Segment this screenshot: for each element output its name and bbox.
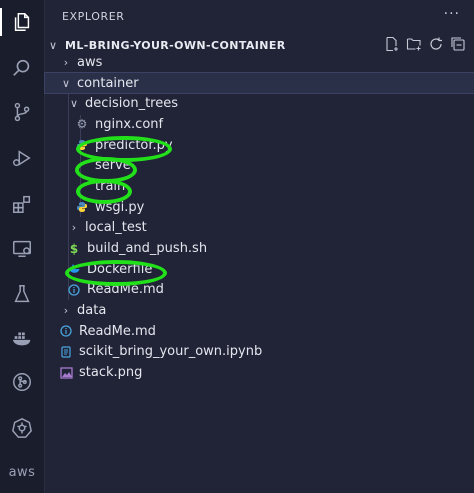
image-file-icon (58, 365, 74, 381)
extensions-icon[interactable] (0, 186, 44, 222)
chevron-down-icon: ∨ (61, 76, 71, 90)
source-control-icon[interactable] (0, 94, 44, 130)
shell-script-icon: $ (69, 241, 79, 256)
more-actions-button[interactable]: ··· (444, 6, 460, 22)
tree-item-label: serve (95, 158, 131, 174)
aws-toolkit-icon[interactable]: aws (0, 454, 44, 490)
chevron-right-icon: › (63, 55, 69, 69)
tree-item-notebook[interactable]: scikit_bring_your_own.ipynb (45, 342, 474, 363)
tree-item-aws[interactable]: › aws (45, 52, 474, 73)
docker-icon[interactable] (0, 320, 44, 356)
new-file-icon[interactable] (384, 36, 400, 52)
gitlens-icon[interactable] (0, 364, 44, 400)
python-file-icon (74, 199, 90, 215)
tree-item-train[interactable]: train (45, 176, 474, 197)
file-tree: › aws ∨ container ∨ decision_trees ⚙ ngi… (44, 52, 474, 383)
tree-item-label: decision_trees (85, 96, 179, 112)
search-icon[interactable] (0, 50, 44, 86)
tree-item-predictor-py[interactable]: predictor.py (45, 135, 474, 156)
tree-item-serve[interactable]: serve (45, 155, 474, 176)
activity-bar: aws (0, 0, 45, 493)
tree-item-container[interactable]: ∨ container (44, 71, 474, 95)
info-icon (66, 282, 82, 298)
tree-item-nginx-conf[interactable]: ⚙ nginx.conf (45, 114, 474, 135)
tree-item-label: Dockerfile (87, 261, 153, 277)
info-icon (58, 323, 74, 339)
tree-item-local-test[interactable]: › local_test (45, 218, 474, 239)
chevron-right-icon: › (63, 304, 69, 318)
chevron-down-icon: ∨ (69, 97, 79, 111)
tree-item-label: ReadMe.md (79, 323, 156, 339)
kubernetes-icon[interactable] (0, 410, 44, 446)
tree-item-stack-png[interactable]: stack.png (45, 362, 474, 383)
python-file-icon (74, 137, 90, 153)
aws-label: aws (8, 464, 36, 480)
tree-item-label: aws (77, 54, 103, 70)
refresh-icon[interactable] (428, 36, 444, 52)
workspace-title: ML-BRING-YOUR-OWN-CONTAINER (65, 38, 286, 52)
run-debug-icon[interactable] (0, 140, 44, 176)
remote-explorer-icon[interactable] (0, 230, 44, 266)
docker-file-icon (66, 261, 82, 277)
explorer-icon[interactable] (0, 4, 44, 40)
tree-item-readme-container[interactable]: ReadMe.md (45, 280, 474, 301)
tree-item-readme-root[interactable]: ReadMe.md (45, 321, 474, 342)
tree-item-label: local_test (85, 220, 147, 236)
gear-icon: ⚙ (76, 117, 88, 132)
tree-item-dockerfile[interactable]: Dockerfile (45, 259, 474, 280)
tree-item-label: train (95, 178, 126, 194)
tree-item-label: data (77, 303, 107, 319)
notebook-icon (58, 344, 74, 360)
new-folder-icon[interactable] (406, 36, 422, 52)
tree-item-label: nginx.conf (95, 116, 164, 132)
tree-item-build-and-push[interactable]: $ build_and_push.sh (45, 238, 474, 259)
tree-item-label: ReadMe.md (87, 282, 164, 298)
chevron-down-icon: ∨ (49, 38, 58, 52)
chevron-right-icon: › (71, 221, 77, 235)
tree-item-label: predictor.py (95, 137, 173, 153)
tree-item-wsgi-py[interactable]: wsgi.py (45, 197, 474, 218)
explorer-title: EXPLORER (62, 10, 125, 23)
tree-item-decision-trees[interactable]: ∨ decision_trees (45, 93, 474, 114)
testing-icon[interactable] (0, 276, 44, 312)
explorer-sidebar: EXPLORER ··· ∨ ML-BRING-YOUR-OWN-CONTAIN… (44, 0, 474, 493)
collapse-all-icon[interactable] (450, 36, 466, 52)
tree-item-label: build_and_push.sh (87, 241, 208, 257)
tree-item-label: stack.png (79, 365, 143, 381)
tree-item-label: container (77, 75, 139, 91)
tree-item-label: scikit_bring_your_own.ipynb (79, 344, 263, 360)
tree-item-label: wsgi.py (95, 199, 145, 215)
tree-item-data[interactable]: › data (45, 300, 474, 321)
